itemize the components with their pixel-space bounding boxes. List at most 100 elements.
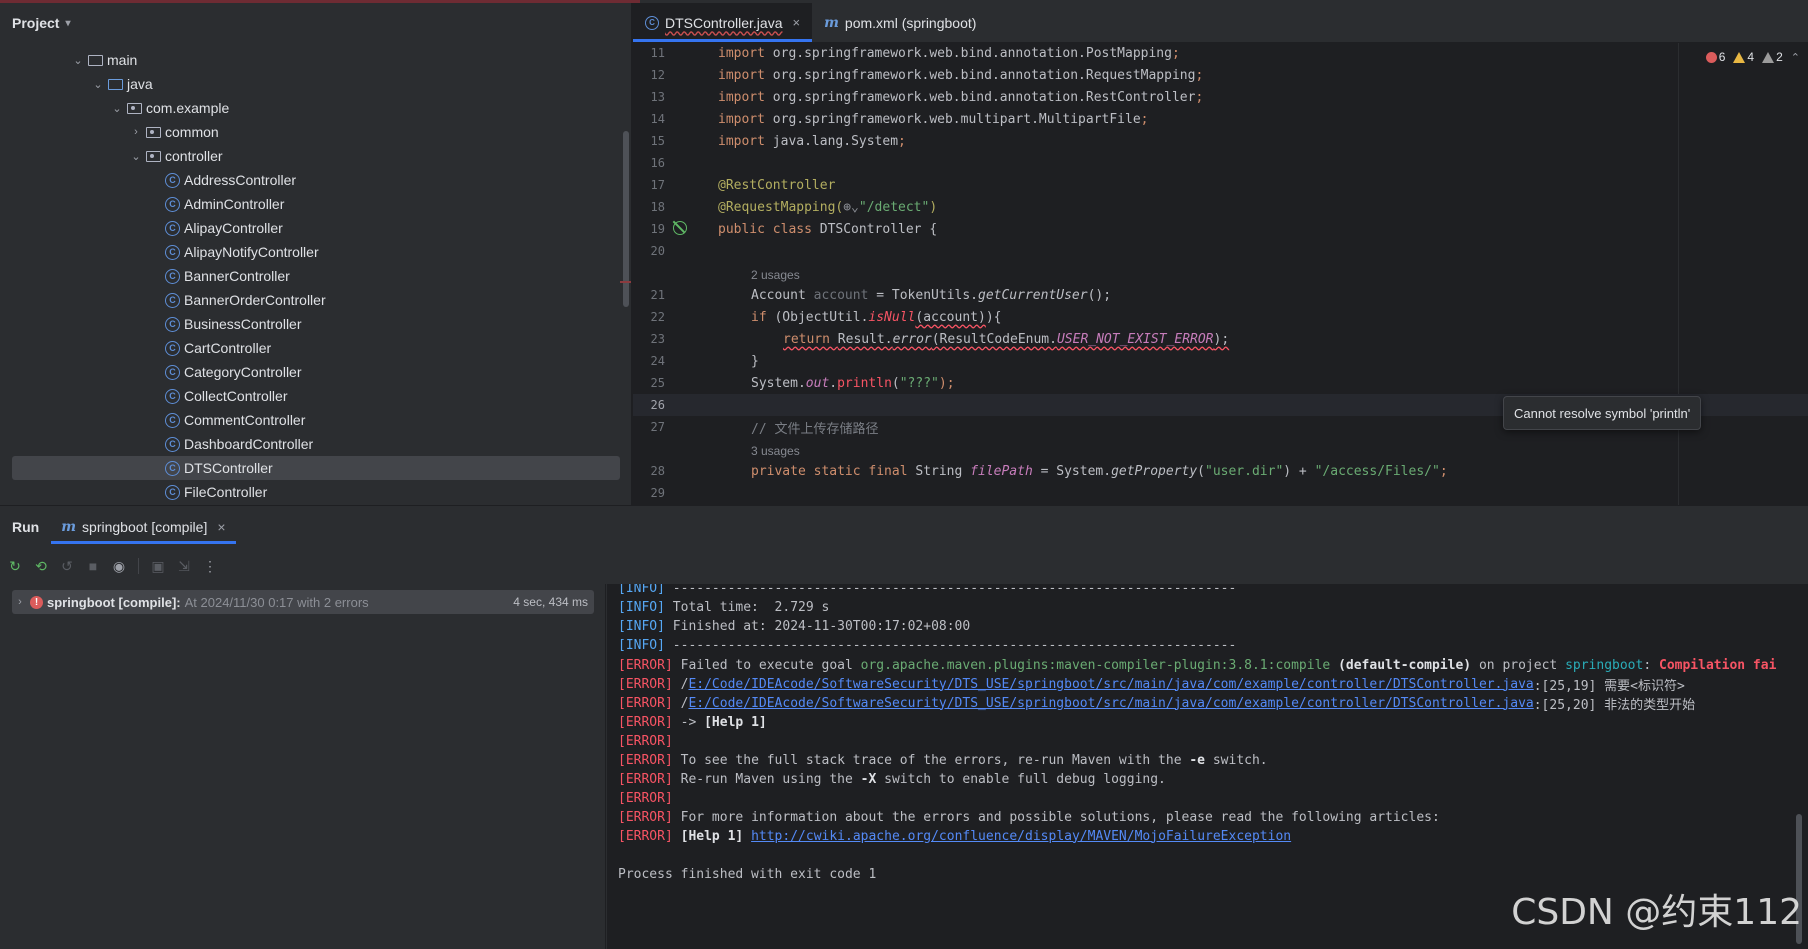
code-line[interactable]: 15 import java.lang.System; xyxy=(633,130,1673,152)
build-result-row[interactable]: › ! springboot [compile]: At 2024/11/30 … xyxy=(12,590,594,614)
code-line[interactable]: 19 public class DTSController { xyxy=(633,218,1673,240)
plugin-id: org.apache.maven.plugins:maven-compiler-… xyxy=(860,657,1331,673)
code-line[interactable]: 18 @RequestMapping(⊕⌄"/detect") xyxy=(633,196,1673,218)
stop-icon[interactable]: ■ xyxy=(84,557,102,575)
tree-item-class[interactable]: C FileController xyxy=(12,480,620,504)
eye-icon[interactable]: ◉ xyxy=(110,557,128,575)
tree-item-class[interactable]: C CommentController xyxy=(12,408,620,432)
usages-hint[interactable]: 2 usages xyxy=(751,268,800,282)
code-line[interactable]: 28 private static final String filePath =… xyxy=(633,460,1673,482)
tree-item-label: controller xyxy=(165,148,223,164)
code-line[interactable]: 23 return Result.error(ResultCodeEnum.USE… xyxy=(633,328,1673,350)
globe-icon[interactable]: ⊕⌄ xyxy=(843,200,859,215)
tree-item-common[interactable]: › common xyxy=(12,120,620,144)
code-line[interactable]: 12 import org.springframework.web.bind.an… xyxy=(633,64,1673,86)
project-header[interactable]: Project ▾ xyxy=(0,3,631,43)
tree-item-class[interactable]: C AddressController xyxy=(12,168,620,192)
tree-item-main[interactable]: ⌄ main xyxy=(12,48,620,72)
code-text: Result. xyxy=(837,331,893,347)
class-icon: C xyxy=(165,364,180,380)
keyword: private static final xyxy=(751,463,916,479)
class-icon: C xyxy=(165,316,180,332)
code-text: = TokenUtils. xyxy=(868,287,978,303)
tree-item-class[interactable]: C CartController xyxy=(12,336,620,360)
tree-item-java[interactable]: ⌄ java xyxy=(12,72,620,96)
export-icon[interactable]: ⇲ xyxy=(175,557,193,575)
chevron-up-icon[interactable]: ⌃ xyxy=(1791,51,1800,64)
line-number: 11 xyxy=(650,46,665,60)
tab-dtscontroller[interactable]: C DTSController.java × xyxy=(633,3,813,42)
tree-item-class[interactable]: C CollectController xyxy=(12,384,620,408)
code-line[interactable]: 22 if (ObjectUtil.isNull(account)){ xyxy=(633,306,1673,328)
tree-item-com-example[interactable]: ⌄ com.example xyxy=(12,96,620,120)
usages-hint[interactable]: 3 usages xyxy=(751,444,800,458)
tree-item-class[interactable]: C AdminController xyxy=(12,192,620,216)
tree-item-class[interactable]: C BannerController xyxy=(12,264,620,288)
error-icon: ! xyxy=(30,595,43,609)
maven-icon: m xyxy=(61,519,77,535)
chevron-down-icon[interactable]: ⌄ xyxy=(90,78,106,91)
tree-item-label: common xyxy=(165,124,219,140)
file-link[interactable]: E:/Code/IDEAcode/SoftwareSecurity/DTS_US… xyxy=(688,677,1533,692)
line-number: 20 xyxy=(650,244,665,258)
close-icon[interactable]: × xyxy=(217,519,225,535)
code-line[interactable]: 14 import org.springframework.web.multipa… xyxy=(633,108,1673,130)
log-text: / xyxy=(672,695,689,711)
restart-icon[interactable]: ↺ xyxy=(58,557,76,575)
chevron-right-icon[interactable]: › xyxy=(12,596,28,608)
console-line: Process finished with exit code 1 xyxy=(618,863,876,885)
tab-label: pom.xml (springboot) xyxy=(844,14,977,31)
tree-item-class[interactable]: C AlipayNotifyController xyxy=(12,240,620,264)
log-tag: [INFO] xyxy=(618,637,665,653)
tree-item-class[interactable]: C DashboardController xyxy=(12,432,620,456)
more-icon[interactable]: ⋮ xyxy=(201,557,219,575)
chevron-down-icon[interactable]: ⌄ xyxy=(109,102,125,115)
tree-item-label: main xyxy=(107,52,138,68)
tree-item-label: BusinessController xyxy=(184,316,302,332)
tree-item-class-selected[interactable]: C DTSController xyxy=(12,456,620,480)
tree-item-class[interactable]: C BusinessController xyxy=(12,312,620,336)
rerun-icon[interactable]: ↻ xyxy=(6,557,24,575)
field: filePath xyxy=(970,463,1033,479)
inspection-widget[interactable]: 6 4 2 ⌃ xyxy=(1688,43,1808,71)
tree-item-class[interactable]: C BannerOrderController xyxy=(12,288,620,312)
log-tag: [ERROR] xyxy=(618,676,673,692)
code-line[interactable]: 24} xyxy=(633,350,1673,372)
watermark: CSDN @约束112 xyxy=(1511,892,1802,933)
code-line[interactable]: 17 @RestController xyxy=(633,174,1673,196)
warning-count[interactable]: 4 xyxy=(1733,50,1754,64)
error-count[interactable]: 6 xyxy=(1705,50,1725,64)
chevron-down-icon[interactable]: ⌄ xyxy=(70,54,86,67)
punct: ; xyxy=(898,133,906,149)
log-text: -> xyxy=(672,714,705,730)
code-line[interactable]: 13 import org.springframework.web.bind.an… xyxy=(633,86,1673,108)
chevron-right-icon[interactable]: › xyxy=(128,126,144,138)
tab-pom-xml[interactable]: m pom.xml (springboot) xyxy=(812,3,988,42)
log-text: [Help 1] xyxy=(680,828,744,844)
tab-springboot-compile[interactable]: m springboot [compile] × xyxy=(51,506,236,548)
code-line[interactable]: 25 System.out.println("???"); xyxy=(633,372,1673,394)
code-line[interactable]: 16 xyxy=(633,152,1673,174)
tree-item-controller[interactable]: ⌄ controller xyxy=(12,144,620,168)
tree-item-class[interactable]: C AlipayController xyxy=(12,216,620,240)
close-icon[interactable]: × xyxy=(793,15,801,30)
build-description: At 2024/11/30 0:17 with 2 errors xyxy=(184,594,369,610)
help-link[interactable]: http://cwiki.apache.org/confluence/displ… xyxy=(751,829,1291,844)
run-title[interactable]: Run xyxy=(0,519,51,535)
bean-gutter-icon[interactable] xyxy=(673,221,687,235)
code-line[interactable]: 11 import org.springframework.web.bind.an… xyxy=(633,42,1673,64)
tree-item-class[interactable]: C CategoryController xyxy=(12,360,620,384)
code-line[interactable]: 29 xyxy=(633,482,1673,504)
editor: C DTSController.java × m pom.xml (spring… xyxy=(633,3,1808,505)
camera-icon[interactable]: ▣ xyxy=(149,557,167,575)
log-text: Finished at: 2024-11-30T00:17:02+08:00 xyxy=(664,618,971,634)
warning-icon xyxy=(1733,51,1746,63)
code-line[interactable]: 20 xyxy=(633,240,1673,262)
chevron-down-icon[interactable]: ⌄ xyxy=(128,150,144,163)
code-line[interactable]: 21 Account account = TokenUtils.getCurren… xyxy=(633,284,1673,306)
class-icon: C xyxy=(645,15,659,30)
file-link[interactable]: E:/Code/IDEAcode/SoftwareSecurity/DTS_US… xyxy=(688,696,1533,711)
weak-warning-count[interactable]: 2 xyxy=(1762,50,1783,64)
rerun-failed-icon[interactable]: ⟲ xyxy=(32,557,50,575)
